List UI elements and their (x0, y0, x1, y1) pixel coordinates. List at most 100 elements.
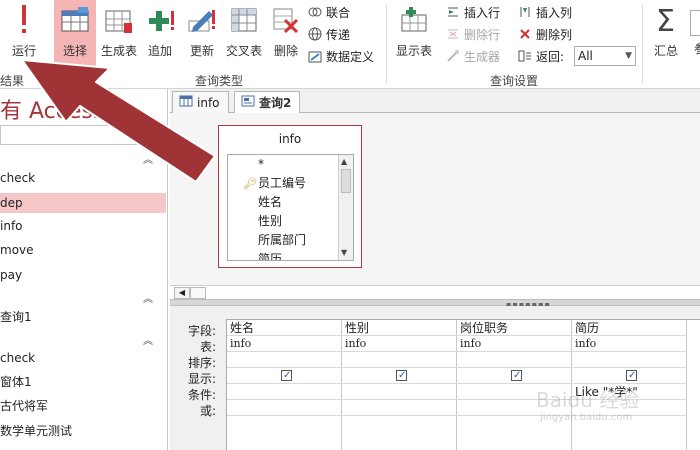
grid-cell-sort[interactable] (572, 352, 687, 368)
grid-cell-field[interactable]: 姓名 (227, 320, 342, 336)
group-label-query-type: 查询类型 (195, 74, 244, 88)
grid-cell-or[interactable] (227, 400, 342, 416)
update-button[interactable]: 更新 (182, 0, 222, 70)
grid-cell-table[interactable]: info (227, 336, 342, 352)
field-list-title[interactable]: info (219, 126, 361, 150)
show-table-icon (392, 0, 436, 40)
grid-cell-sort[interactable] (227, 352, 342, 368)
table-icon (179, 93, 193, 113)
tab-info[interactable]: info (172, 91, 229, 113)
nav-item-ancient-general[interactable]: 古代将军 (0, 396, 166, 416)
builder-button[interactable]: 生成器 (446, 46, 500, 66)
field-list-info[interactable]: info * 🔑︎ 员工编号 姓名 性别 所属部门 简历 ▲ ▼ (218, 125, 362, 268)
nav-item-move[interactable]: move (0, 240, 166, 260)
union-button[interactable]: 联合 (308, 2, 350, 22)
grid-cell-sort[interactable] (342, 352, 457, 368)
nav-item-query1[interactable]: 查询1 (0, 307, 166, 327)
nav-pane-title[interactable]: 有 Access (0, 93, 104, 125)
grid-cell-table[interactable]: info (572, 336, 687, 352)
crosstab-button[interactable]: 交叉表 (222, 0, 266, 70)
grid-cell-table[interactable]: info (457, 336, 572, 352)
group-separator (642, 4, 643, 84)
crosstab-icon (222, 0, 266, 40)
row-label-field: 字段: (187, 324, 216, 338)
field-item[interactable]: 性别 (228, 212, 353, 231)
totals-button[interactable]: Σ 汇总 (648, 0, 684, 70)
collapse-tables-icon[interactable]: ︽ (143, 151, 153, 166)
nav-item-math-test[interactable]: 数学单元测试 (0, 421, 166, 441)
row-label-show: 显示: (187, 372, 216, 386)
make-table-button[interactable]: 生成表 (98, 0, 140, 70)
scroll-down-icon[interactable]: ▼ (341, 248, 347, 257)
show-checkbox[interactable] (281, 368, 292, 383)
select-button[interactable]: 选择 (54, 0, 96, 70)
nav-item-pay[interactable]: pay (0, 265, 166, 285)
union-icon (308, 5, 322, 19)
grid-cell-table[interactable]: info (342, 336, 457, 352)
field-item[interactable]: 简历 (228, 250, 353, 260)
show-table-button[interactable]: 显示表 (392, 0, 436, 70)
delete-row-button[interactable]: 删除行 (446, 24, 500, 44)
insert-column-button[interactable]: 插入列 (518, 2, 572, 22)
field-item[interactable]: * (228, 155, 353, 174)
insert-row-button[interactable]: 插入行 (446, 2, 500, 22)
navigation-pane: 有 Access ︽ check dep info move pay ︽ 查询1… (0, 89, 168, 450)
update-pencil-icon (182, 0, 222, 40)
return-values-select[interactable]: All ▼ (574, 46, 636, 66)
grid-cell-show (572, 368, 687, 384)
collapse-forms-icon[interactable]: ︽ (143, 332, 153, 347)
pane-splitter[interactable]: ▪▪▪▪▪▪▪ (170, 299, 700, 309)
nav-search-input[interactable] (0, 125, 164, 145)
show-checkbox[interactable] (511, 368, 522, 383)
nav-item-check[interactable]: check (0, 168, 166, 188)
select-query-icon (54, 0, 96, 40)
ribbon-truncated-label: 参 (694, 40, 700, 57)
grid-cell-sort[interactable] (457, 352, 572, 368)
grid-column: 姓名 info (227, 320, 342, 450)
grid-cell-or[interactable] (342, 400, 457, 416)
scroll-up-icon[interactable]: ▲ (341, 157, 347, 166)
grid-cell-show (227, 368, 342, 384)
run-button[interactable]: 运行 (2, 0, 46, 70)
search-icon[interactable] (146, 127, 160, 144)
design-horizontal-scrollbar[interactable]: ◀ (170, 285, 700, 299)
show-checkbox[interactable] (396, 368, 407, 383)
nav-item-info[interactable]: info (0, 216, 166, 236)
grid-cell-field[interactable]: 岗位职务 (457, 320, 572, 336)
grid-cell-criteria[interactable] (227, 384, 342, 400)
scroll-thumb[interactable] (190, 287, 206, 299)
return-icon (518, 49, 532, 63)
delete-column-icon (518, 27, 532, 41)
delete-button[interactable]: 删除 (268, 0, 304, 70)
passthrough-button[interactable]: 传递 (308, 24, 350, 44)
append-button[interactable]: 追加 (142, 0, 178, 70)
append-icon (142, 0, 178, 40)
collapse-queries-icon[interactable]: ︽ (143, 290, 153, 305)
field-item-primary-key[interactable]: 🔑︎ 员工编号 (228, 174, 353, 193)
group-separator (386, 4, 387, 84)
collapse-more-icon[interactable]: ︽ (143, 443, 153, 450)
nav-item-form-check[interactable]: check (0, 348, 166, 368)
delete-column-button[interactable]: 删除列 (518, 24, 572, 44)
row-label-criteria: 条件: (187, 388, 216, 402)
data-definition-button[interactable]: 数据定义 (308, 46, 374, 66)
grid-cell-show (342, 368, 457, 384)
tab-query2[interactable]: 查询2 (234, 91, 301, 114)
grid-cell-field[interactable]: 性别 (342, 320, 457, 336)
nav-item-dep[interactable]: dep (0, 193, 166, 213)
field-list-scrollbar[interactable]: ▲ ▼ (338, 155, 353, 260)
scroll-left-icon[interactable]: ◀ (174, 287, 190, 299)
scroll-thumb[interactable] (341, 169, 351, 193)
key-icon: 🔑︎ (243, 177, 257, 190)
query-icon (241, 93, 255, 113)
grid-cell-field[interactable]: 简历 (572, 320, 687, 336)
svg-text:Σ: Σ (656, 5, 675, 35)
grid-cell-criteria[interactable] (342, 384, 457, 400)
more-ribbon-icon (690, 10, 700, 36)
field-item[interactable]: 所属部门 (228, 231, 353, 250)
show-checkbox[interactable] (626, 368, 637, 383)
field-list: * 🔑︎ 员工编号 姓名 性别 所属部门 简历 ▲ ▼ (227, 154, 354, 261)
grid-cell-show (457, 368, 572, 384)
nav-item-form1[interactable]: 窗体1 (0, 372, 166, 392)
field-item[interactable]: 姓名 (228, 193, 353, 212)
